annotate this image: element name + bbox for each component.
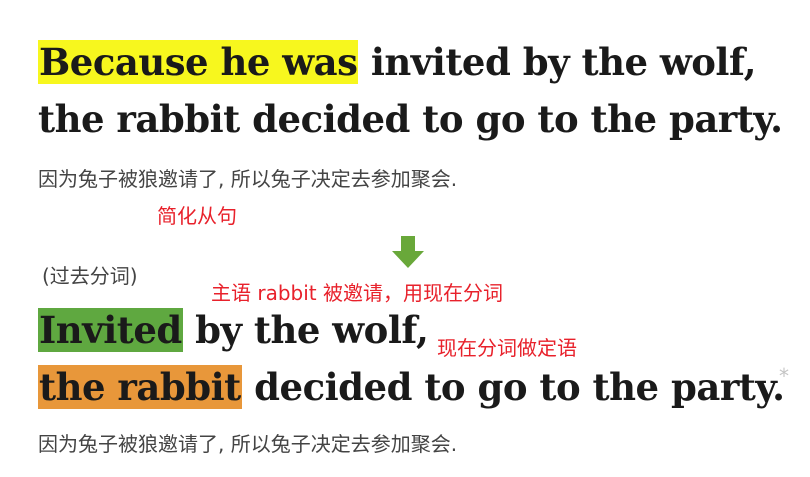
attributive-note: 现在分词做定语 (437, 336, 577, 360)
asterisk-mark: * (779, 364, 789, 388)
past-participle-label: (过去分词) (42, 264, 138, 288)
simplified-sentence-line2: the rabbit decided to go to the party. (38, 365, 785, 409)
simplified-sentence-line1: Invited by the wolf, (38, 308, 429, 352)
original-translation: 因为兔子被狼邀请了, 所以兔子决定去参加聚会. (38, 167, 458, 191)
original-sentence-line2: the rabbit decided to go to the party. (38, 97, 783, 141)
subject-note: 主语 rabbit 被邀请，用现在分词 (211, 281, 503, 305)
original-sentence-line1: Because he was invited by the wolf, (38, 40, 756, 84)
the-rabbit-highlight: the rabbit (38, 365, 242, 409)
because-clause-highlight: Because he was (38, 40, 359, 84)
invited-highlight: Invited (38, 308, 183, 352)
simplified-line2-rest: decided to go to the party. (241, 365, 785, 409)
simplify-clause-note: 简化从句 (157, 204, 237, 228)
down-arrow-icon (392, 236, 424, 268)
original-line1-rest: invited by the wolf, (358, 40, 757, 84)
simplified-line1-rest: by the wolf, (182, 308, 429, 352)
simplified-translation: 因为兔子被狼邀请了, 所以兔子决定去参加聚会. (38, 432, 458, 456)
